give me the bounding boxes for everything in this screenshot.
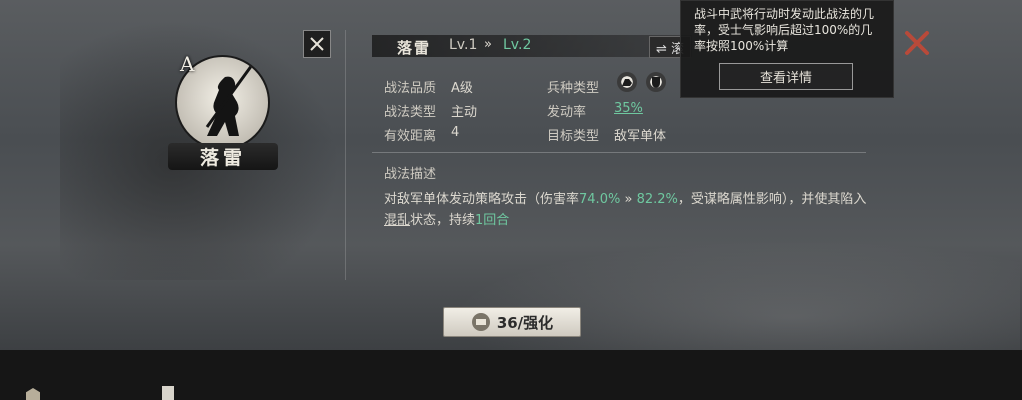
quality-label: 战法品质 xyxy=(384,81,437,96)
vertical-divider xyxy=(345,30,346,280)
view-details-button[interactable]: 查看详情 xyxy=(719,63,853,90)
status-keyword[interactable]: 混乱 xyxy=(384,213,410,228)
close-button[interactable] xyxy=(303,30,331,58)
grade-letter: A xyxy=(180,52,195,76)
duration-value: 1回合 xyxy=(475,213,510,228)
enhance-label: 36/强化 xyxy=(496,313,554,332)
target-type-label: 目标类型 xyxy=(547,129,600,144)
cavalry-icon xyxy=(617,72,637,92)
next-level: Lv.2 xyxy=(503,37,532,53)
scroll-icon xyxy=(471,313,490,331)
range-value: 4 xyxy=(451,125,460,140)
skill-title: 落雷 xyxy=(397,39,432,57)
description-title: 战法描述 xyxy=(384,167,437,182)
quality-value: A级 xyxy=(451,81,473,96)
section-divider xyxy=(372,152,866,153)
tooltip-text: 战斗中武将行动时发动此战法的几率，受士气影响后超过100%的几率按照100%计算 xyxy=(694,7,875,53)
desc-text-1: 对敌军单体发动策略攻击（伤害率 xyxy=(384,192,580,207)
close-panel-button[interactable] xyxy=(900,28,934,58)
close-icon xyxy=(310,37,324,51)
level-arrow: » xyxy=(484,37,492,52)
enhance-button[interactable]: 36/强化 xyxy=(443,307,581,337)
target-type-value: 敌军单体 xyxy=(614,129,667,144)
type-label: 战法类型 xyxy=(384,105,437,120)
damage-rate-to: 82.2% xyxy=(636,192,678,207)
bottom-strip xyxy=(0,350,1022,400)
skill-name-plate: 落雷 xyxy=(168,143,278,170)
damage-arrow: » xyxy=(624,192,633,207)
type-value: 主动 xyxy=(451,105,478,120)
bottom-box xyxy=(162,386,174,400)
current-level: Lv.1 xyxy=(449,37,478,53)
trigger-rate-value[interactable]: 35% xyxy=(614,101,643,116)
damage-rate-from: 74.0% xyxy=(579,192,621,207)
close-icon xyxy=(905,31,929,55)
trigger-rate-label: 发动率 xyxy=(547,105,587,120)
desc-text-3: 状态，持续 xyxy=(410,213,476,228)
shield-icon xyxy=(646,72,666,92)
desc-text-2: ，受谋略属性影响），并使其陷入 xyxy=(677,192,867,207)
skill-description: 对敌军单体发动策略攻击（伤害率74.0% » 82.2%，受谋略属性影响），并使… xyxy=(384,189,874,231)
troop-type-label: 兵种类型 xyxy=(547,81,600,96)
range-label: 有效距离 xyxy=(384,129,437,144)
